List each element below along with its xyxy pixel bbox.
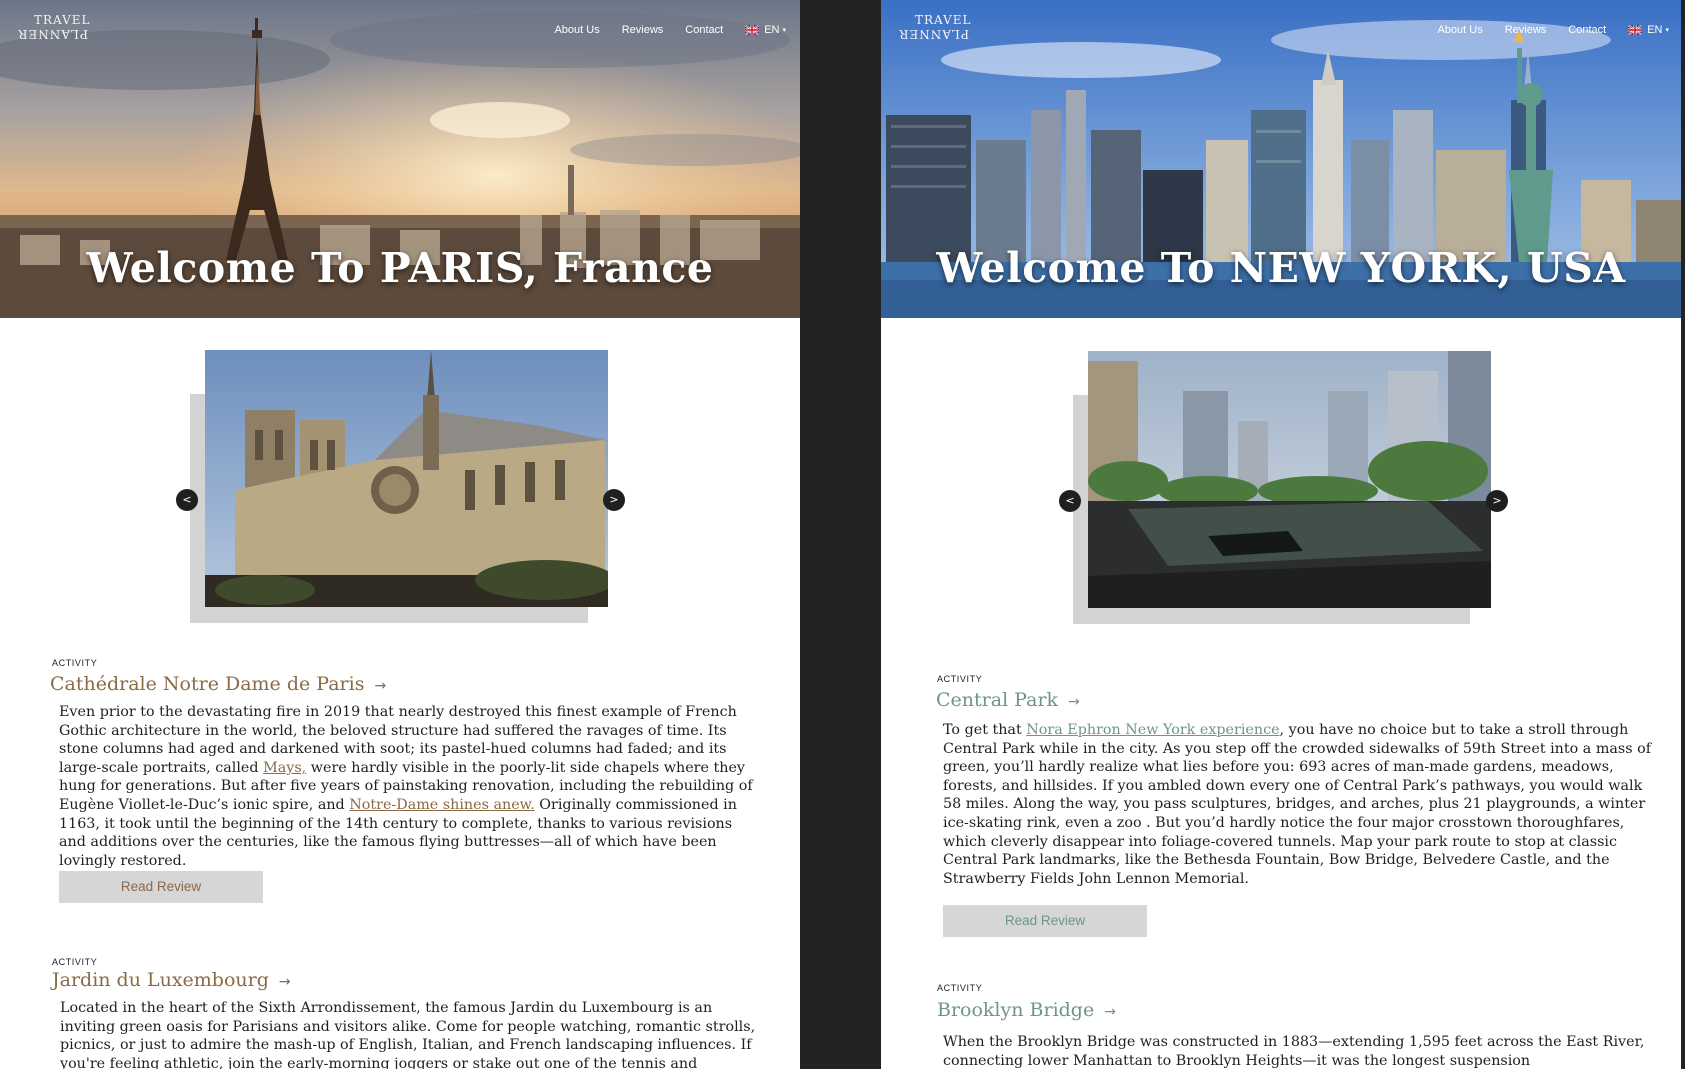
nav-contact[interactable]: Contact bbox=[1568, 24, 1606, 36]
arrow-right-icon: → bbox=[374, 678, 387, 694]
activity-title-text: Cathédrale Notre Dame de Paris bbox=[50, 673, 365, 695]
mays-link[interactable]: Mays, bbox=[263, 760, 306, 776]
top-nav: About Us Reviews Contact EN ▾ bbox=[1437, 22, 1669, 38]
activity-title-text: Central Park bbox=[936, 689, 1059, 711]
911-memorial-image bbox=[1088, 351, 1491, 608]
nav-about-us[interactable]: About Us bbox=[554, 24, 599, 36]
activity-label: ACTIVITY bbox=[937, 983, 983, 993]
read-review-button[interactable]: Read Review bbox=[943, 905, 1147, 937]
activity-title-link[interactable]: Cathédrale Notre Dame de Paris → bbox=[50, 673, 386, 695]
activity-description: To get that Nora Ephron New York experie… bbox=[943, 721, 1655, 888]
activity-label: ACTIVITY bbox=[937, 674, 983, 684]
activity-title-link[interactable]: Brooklyn Bridge → bbox=[937, 999, 1116, 1021]
nav-reviews[interactable]: Reviews bbox=[622, 24, 664, 36]
travel-planner-logo[interactable]: TRAVEL PLANNER bbox=[898, 13, 979, 44]
nav-contact[interactable]: Contact bbox=[685, 24, 723, 36]
carousel-image-notre-dame bbox=[205, 350, 608, 607]
hero-banner: TRAVEL PLANNER About Us Reviews Contact … bbox=[881, 0, 1681, 318]
logo-line-1: TRAVEL bbox=[915, 13, 972, 27]
hero-title: Welcome To NEW YORK, USA bbox=[936, 244, 1626, 292]
activity-title-link[interactable]: Jardin du Luxembourg → bbox=[52, 969, 291, 991]
logo-line-1: TRAVEL bbox=[34, 13, 91, 27]
uk-flag-icon bbox=[745, 25, 760, 35]
hero-title: Welcome To PARIS, France bbox=[86, 244, 714, 292]
carousel-image-memorial bbox=[1088, 351, 1491, 608]
top-nav: About Us Reviews Contact EN ▾ bbox=[554, 22, 786, 38]
chevron-down-icon: ▾ bbox=[1665, 27, 1669, 34]
activity-description: When the Brooklyn Bridge was constructed… bbox=[943, 1034, 1645, 1069]
language-label: EN bbox=[764, 24, 780, 36]
logo-line-2: PLANNER bbox=[898, 27, 969, 41]
description-text: , you have no choice but to take a strol… bbox=[943, 722, 1652, 887]
new-york-page-panel: TRAVEL PLANNER About Us Reviews Contact … bbox=[881, 0, 1681, 1069]
notre-dame-image bbox=[205, 350, 608, 607]
carousel-prev-button[interactable]: < bbox=[176, 489, 198, 511]
arrow-right-icon: → bbox=[1068, 694, 1080, 710]
uk-flag-icon bbox=[1628, 25, 1643, 35]
chevron-down-icon: ▾ bbox=[782, 27, 786, 34]
arrow-right-icon: → bbox=[1104, 1004, 1116, 1020]
language-selector[interactable]: EN ▾ bbox=[1628, 24, 1669, 36]
activity-title-link[interactable]: Central Park → bbox=[936, 689, 1080, 711]
language-selector[interactable]: EN ▾ bbox=[745, 24, 786, 36]
language-label: EN bbox=[1647, 24, 1663, 36]
logo-line-2: PLANNER bbox=[17, 27, 88, 41]
nav-reviews[interactable]: Reviews bbox=[1505, 24, 1547, 36]
carousel-next-button[interactable]: > bbox=[603, 489, 625, 511]
carousel-next-button[interactable]: > bbox=[1486, 490, 1508, 512]
nora-ephron-link[interactable]: Nora Ephron New York experience bbox=[1026, 722, 1279, 738]
description-text: To get that bbox=[943, 722, 1027, 738]
activity-description: Located in the heart of the Sixth Arrond… bbox=[60, 1000, 756, 1069]
activity-title-text: Jardin du Luxembourg bbox=[52, 969, 269, 991]
paris-page-panel: TRAVEL PLANNER About Us Reviews Contact … bbox=[0, 0, 800, 1069]
activity-description: Even prior to the devastating fire in 20… bbox=[59, 703, 759, 870]
hero-banner: TRAVEL PLANNER About Us Reviews Contact … bbox=[0, 0, 800, 318]
activity-title-text: Brooklyn Bridge bbox=[937, 999, 1095, 1021]
activity-label: ACTIVITY bbox=[52, 658, 98, 668]
activity-label: ACTIVITY bbox=[52, 957, 98, 967]
read-review-button[interactable]: Read Review bbox=[59, 871, 263, 903]
notre-dame-shines-anew-link[interactable]: Notre-Dame shines anew. bbox=[349, 797, 534, 813]
nav-about-us[interactable]: About Us bbox=[1437, 24, 1482, 36]
travel-planner-logo[interactable]: TRAVEL PLANNER bbox=[17, 13, 98, 44]
carousel-prev-button[interactable]: < bbox=[1059, 490, 1081, 512]
arrow-right-icon: → bbox=[278, 974, 291, 990]
